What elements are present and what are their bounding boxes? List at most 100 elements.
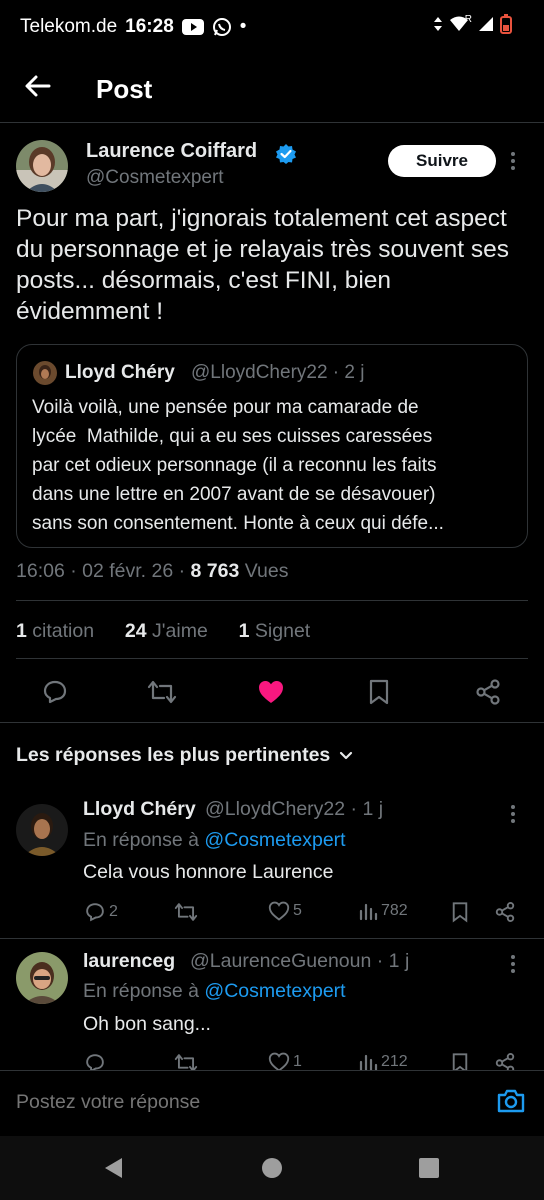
author-name[interactable]: Laurence Coiffard bbox=[86, 140, 257, 163]
camera-button[interactable] bbox=[496, 1087, 526, 1120]
quote-avatar-image bbox=[33, 361, 57, 385]
camera-icon bbox=[497, 1089, 525, 1113]
repost-icon bbox=[174, 1054, 198, 1070]
comment-icon bbox=[86, 903, 104, 922]
reply-button[interactable] bbox=[39, 676, 71, 708]
reply-repost-button[interactable] bbox=[174, 901, 198, 923]
reply-comment-button[interactable] bbox=[84, 1052, 109, 1070]
share-button[interactable] bbox=[472, 676, 504, 708]
status-right: R bbox=[433, 14, 512, 34]
quote-text: Voilà voilà, une pensée pour ma camarade… bbox=[32, 393, 518, 538]
quoted-post[interactable]: Lloyd Chéry @LloydChery22 · 2 j Voilà vo… bbox=[16, 344, 528, 548]
battery-icon bbox=[500, 14, 512, 34]
status-bar: Telekom.de 16:28 • R bbox=[0, 0, 544, 52]
heart-icon bbox=[268, 901, 290, 921]
nav-recents-icon bbox=[419, 1158, 439, 1178]
more-icon bbox=[511, 955, 515, 973]
share-icon bbox=[495, 902, 515, 922]
views-count: 8 763 bbox=[190, 560, 240, 582]
reply-share-button[interactable] bbox=[494, 1052, 516, 1070]
views-icon bbox=[359, 903, 378, 921]
bookmark-button[interactable] bbox=[363, 676, 395, 708]
header: Post bbox=[0, 56, 544, 122]
divider bbox=[16, 600, 528, 601]
author-avatar[interactable] bbox=[16, 140, 68, 192]
share-icon bbox=[495, 1053, 515, 1070]
comment-icon bbox=[43, 680, 67, 704]
nav-home-icon bbox=[262, 1158, 282, 1178]
repost-icon bbox=[174, 903, 198, 921]
reply-like-button[interactable]: 1 bbox=[268, 1052, 302, 1070]
reply-bookmark-button[interactable] bbox=[450, 901, 470, 923]
stats-row: 1 citation 24 J'aime 1 Signet bbox=[16, 620, 310, 643]
reply-text: Cela vous honnore Laurence bbox=[83, 861, 334, 883]
post-timestamp: 16:06 · 02 févr. 26 · bbox=[16, 560, 191, 582]
reply-views-button[interactable]: 782 bbox=[358, 901, 408, 921]
quote-avatar bbox=[33, 361, 57, 385]
back-button[interactable] bbox=[22, 70, 54, 102]
reply-input[interactable] bbox=[16, 1091, 476, 1114]
repost-button[interactable] bbox=[146, 676, 178, 708]
repost-icon bbox=[147, 680, 177, 704]
reply-author-name[interactable]: laurenceg bbox=[83, 950, 175, 973]
page-title: Post bbox=[96, 74, 153, 104]
nav-back-button[interactable] bbox=[102, 1156, 126, 1185]
heart-icon bbox=[268, 1052, 290, 1070]
reply-to-handle[interactable]: @Cosmetexpert bbox=[204, 980, 345, 1002]
reply-item[interactable]: laurenceg @LaurenceGuenoun · 1 j En répo… bbox=[0, 938, 544, 1070]
reply-author-meta: @LaurenceGuenoun · 1 j bbox=[190, 950, 410, 972]
reply-author-name[interactable]: Lloyd Chéry bbox=[83, 798, 196, 821]
follow-button[interactable]: Suivre bbox=[388, 145, 496, 177]
quotes-stat[interactable]: 1 citation bbox=[16, 620, 94, 642]
header-divider bbox=[0, 122, 544, 123]
quote-line: lycée Mathilde, qui a eu ses cuisses car… bbox=[32, 426, 433, 447]
nav-home-button[interactable] bbox=[260, 1156, 284, 1185]
post-text: Pour ma part, j'ignorais totalement cet … bbox=[16, 205, 510, 325]
views-label: Vues bbox=[239, 560, 289, 582]
author-avatar-image bbox=[16, 140, 68, 192]
like-button[interactable] bbox=[255, 676, 287, 708]
reply-views-button[interactable]: 212 bbox=[358, 1052, 408, 1070]
status-left: Telekom.de 16:28 • bbox=[20, 16, 246, 38]
quote-line: par cet odieux personnage (il a reconnu … bbox=[32, 455, 437, 476]
reply-like-button[interactable]: 5 bbox=[268, 901, 302, 921]
sim-roaming-label: R bbox=[464, 13, 472, 25]
reply-to-line: En réponse à @Cosmetexpert bbox=[83, 980, 346, 1002]
author-handle[interactable]: @Cosmetexpert bbox=[86, 167, 224, 189]
reply-more-button[interactable] bbox=[509, 804, 517, 829]
reply-avatar-image bbox=[16, 804, 68, 856]
quote-line: Voilà voilà, une pensée pour ma camarade… bbox=[32, 397, 419, 418]
reply-author-meta: @LloydChery22 · 1 j bbox=[205, 798, 384, 820]
bookmark-icon bbox=[369, 679, 389, 705]
status-time: 16:28 bbox=[125, 16, 174, 37]
comment-icon bbox=[86, 1054, 104, 1070]
reply-more-button[interactable] bbox=[509, 954, 517, 979]
bookmark-icon bbox=[452, 1053, 468, 1070]
quote-author-name: Lloyd Chéry bbox=[65, 362, 175, 383]
bookmarks-stat[interactable]: 1 Signet bbox=[239, 620, 311, 642]
replies-sort-selector[interactable]: Les réponses les plus pertinentes bbox=[16, 744, 354, 767]
reply-avatar-image bbox=[16, 952, 68, 1004]
reply-to-line: En réponse à @Cosmetexpert bbox=[83, 829, 346, 851]
share-icon bbox=[476, 679, 500, 705]
reply-to-handle[interactable]: @Cosmetexpert bbox=[204, 829, 345, 851]
reply-item[interactable]: Lloyd Chéry @LloydChery22 · 1 j En répon… bbox=[0, 788, 544, 938]
reply-comment-button[interactable]: 2 bbox=[84, 901, 118, 923]
reply-avatar[interactable] bbox=[16, 952, 68, 1004]
nav-recents-button[interactable] bbox=[418, 1157, 440, 1184]
likes-stat[interactable]: 24 J'aime bbox=[125, 620, 208, 642]
sort-label: Les réponses les plus pertinentes bbox=[16, 744, 331, 766]
bookmark-icon bbox=[452, 902, 468, 923]
quote-line: dans une lettre en 2007 avant de se désa… bbox=[32, 484, 436, 505]
status-dot: • bbox=[239, 16, 247, 37]
timestamp-row: 16:06 · 02 févr. 26 · 8 763 Vues bbox=[16, 560, 288, 583]
reply-avatar[interactable] bbox=[16, 804, 68, 856]
reply-share-button[interactable] bbox=[494, 901, 516, 923]
android-nav-bar bbox=[0, 1136, 544, 1200]
reply-repost-button[interactable] bbox=[174, 1052, 198, 1070]
reply-text: Oh bon sang... bbox=[83, 1013, 211, 1035]
reply-bookmark-button[interactable] bbox=[450, 1052, 470, 1070]
carrier-label: Telekom.de bbox=[20, 16, 118, 37]
signal-icon bbox=[479, 17, 493, 31]
more-options-button[interactable] bbox=[509, 150, 517, 177]
